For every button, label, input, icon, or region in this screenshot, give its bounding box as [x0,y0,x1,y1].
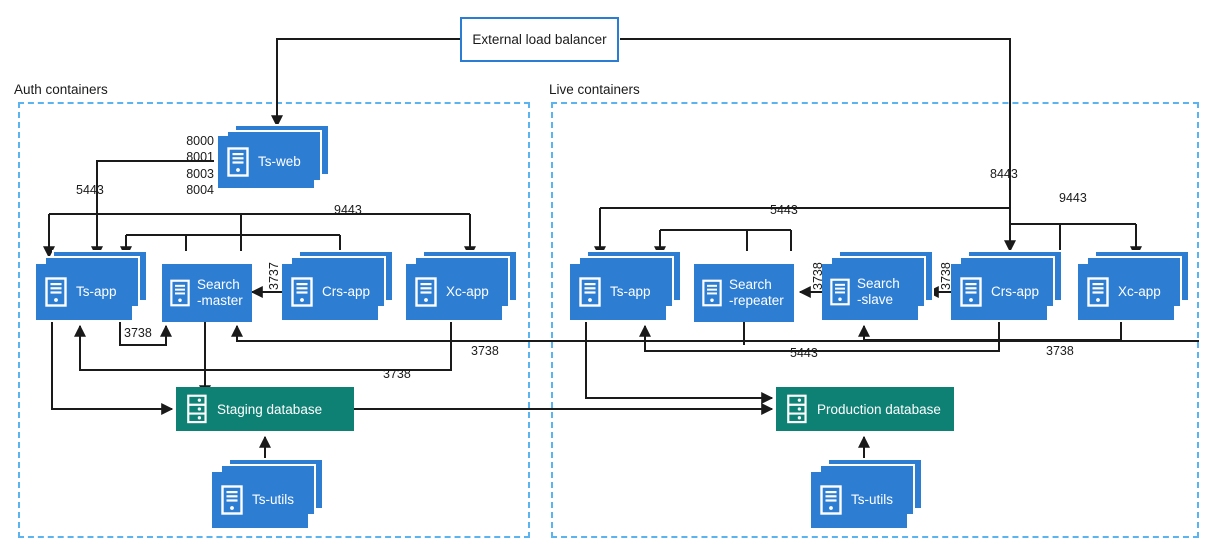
node-live-xc-app[interactable]: Xc-app [1078,250,1198,322]
node-label: Crs-app [322,284,371,300]
node-live-crs-app[interactable]: Crs-app [951,250,1071,322]
port-label-auth-3738-a: 3738 [124,326,152,340]
database-icon [187,394,207,424]
port-label-auth-3737: 3737 [267,262,281,290]
port-label-auth-3738-c: 3738 [383,367,411,381]
port-label-live-3738-repeater: 3738 [811,262,825,290]
node-card: Search -master [162,264,252,322]
port-label-live-5443-bottom: 5443 [790,346,818,360]
node-search-master[interactable]: Search -master [162,264,252,322]
port-label-lb-8443: 8443 [990,167,1018,181]
node-card: Xc-app [406,264,502,320]
server-icon [960,277,982,307]
node-card: Ts-app [570,264,666,320]
port-label-live-9443: 9443 [1059,191,1087,205]
server-icon [221,485,243,515]
diagram-canvas: Auth containers Live containers External… [0,0,1216,548]
database-label: Staging database [217,401,323,417]
node-search-slave[interactable]: Search -slave [822,250,946,322]
external-load-balancer-label: External load balancer [472,32,607,47]
node-card: Search -slave [822,264,918,320]
node-card: Ts-utils [212,472,308,528]
node-live-ts-app[interactable]: Ts-app [570,250,690,322]
zone-label-live: Live containers [549,82,640,97]
node-label: Ts-utils [851,492,894,508]
node-card: Crs-app [282,264,378,320]
node-label: Xc-app [1118,284,1161,300]
port-label-tsweb-ports: 8000 8001 8003 8004 [186,134,214,197]
node-card: Ts-web [218,136,314,188]
server-icon [45,277,67,307]
port-label-live-3738-slave: 3738 [939,262,953,290]
node-auth-crs-app[interactable]: Crs-app [282,250,402,322]
node-label: Search -slave [857,276,900,307]
zone-label-auth: Auth containers [14,82,108,97]
server-icon [579,277,601,307]
node-label: Search -master [197,277,243,308]
database-icon [787,394,807,424]
external-load-balancer-node[interactable]: External load balancer [460,17,619,62]
server-icon [1087,277,1109,307]
node-live-ts-utils[interactable]: Ts-utils [811,458,931,530]
database-label: Production database [817,401,941,417]
server-icon [830,278,850,306]
node-card: Search -repeater [694,264,794,322]
node-ts-web[interactable]: Ts-web [218,124,330,192]
node-label: Ts-app [76,284,117,300]
node-card: Xc-app [1078,264,1174,320]
node-auth-ts-utils[interactable]: Ts-utils [212,458,332,530]
port-label-auth-3738-b: 3738 [471,344,499,358]
server-icon [415,277,437,307]
server-icon [170,279,190,307]
server-icon [227,147,249,177]
server-icon [820,485,842,515]
database-staging[interactable]: Staging database [176,387,354,431]
node-label: Ts-app [610,284,651,300]
port-label-auth-9443: 9443 [334,203,362,217]
node-label: Crs-app [991,284,1040,300]
port-label-live-3738-xc: 3738 [1046,344,1074,358]
server-icon [702,279,722,307]
node-label: Search -repeater [729,277,784,308]
node-card: Ts-app [36,264,132,320]
node-search-repeater[interactable]: Search -repeater [694,264,794,322]
node-label: Ts-utils [252,492,295,508]
port-label-live-5443-top: 5443 [770,203,798,217]
node-label: Ts-web [258,154,301,170]
node-auth-ts-app[interactable]: Ts-app [36,250,156,322]
server-icon [291,277,313,307]
node-label: Xc-app [446,284,489,300]
port-label-auth-5443: 5443 [76,183,104,197]
node-card: Ts-utils [811,472,907,528]
node-auth-xc-app[interactable]: Xc-app [406,250,526,322]
node-card: Crs-app [951,264,1047,320]
database-production[interactable]: Production database [776,387,954,431]
